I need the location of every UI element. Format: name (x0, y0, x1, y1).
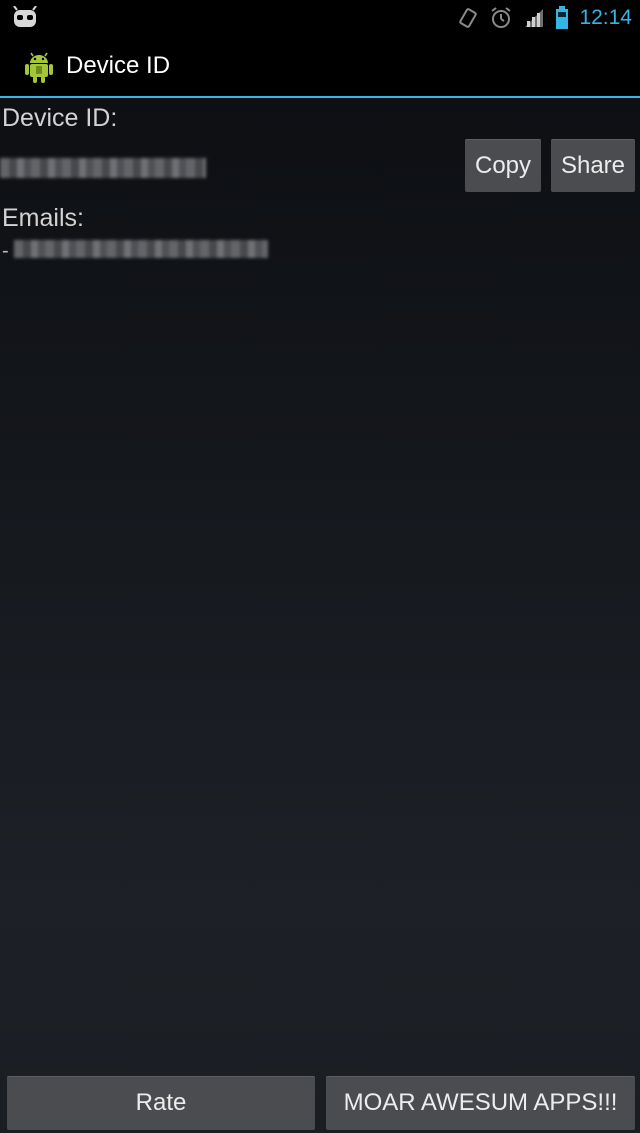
battery-icon (556, 6, 569, 29)
email-bullet: - (2, 240, 9, 262)
status-bar: 12:14 (0, 0, 640, 36)
rate-button[interactable]: Rate (7, 1076, 315, 1130)
action-bar-divider (0, 96, 640, 98)
more-apps-button[interactable]: MOAR AWESUM APPS!!! (326, 1076, 635, 1130)
action-bar: Device ID (0, 36, 640, 96)
status-clock: 12:14 (579, 6, 632, 29)
copy-button[interactable]: Copy (465, 139, 541, 192)
device-id-value-redacted (0, 158, 206, 178)
rotate-icon (459, 8, 478, 28)
cyanogen-mascot-icon (13, 6, 37, 27)
device-id-label: Device ID: (2, 104, 118, 132)
email-value-redacted (14, 240, 268, 258)
signal-icon (525, 9, 544, 27)
share-button[interactable]: Share (551, 139, 635, 192)
app-title: Device ID (66, 52, 171, 79)
android-robot-icon (25, 52, 53, 83)
alarm-icon (491, 7, 512, 28)
emails-label: Emails: (2, 204, 84, 232)
